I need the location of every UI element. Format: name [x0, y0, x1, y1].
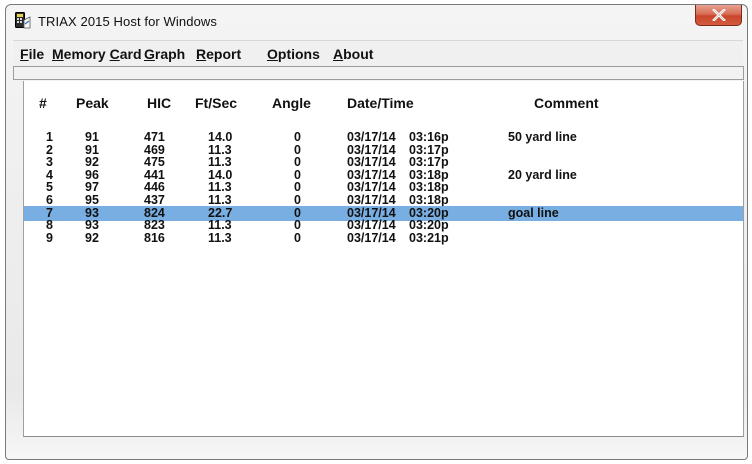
app-window: TRIAX 2015 Host for Windows File Memory … — [5, 4, 748, 460]
menu-options[interactable]: Options — [267, 46, 320, 62]
cell-number: 9 — [46, 230, 53, 245]
column-header-comment: Comment — [534, 95, 599, 111]
menu-report[interactable]: Report — [196, 46, 241, 62]
column-header-angle: Angle — [272, 95, 311, 111]
close-button[interactable] — [695, 5, 742, 26]
column-header-ftsec: Ft/Sec — [195, 95, 238, 111]
menu-about[interactable]: About — [333, 46, 373, 62]
table-row[interactable]: 9 92 816 11.3 0 03/17/14 03:21p — [24, 230, 743, 245]
cell-angle: 0 — [294, 230, 301, 245]
window-title: TRIAX 2015 Host for Windows — [38, 14, 217, 29]
cell-ftsec: 11.3 — [208, 230, 232, 245]
close-icon — [712, 9, 726, 21]
column-header-hic: HIC — [147, 95, 172, 111]
cell-comment: goal line — [508, 205, 559, 220]
cell-comment: 20 yard line — [508, 167, 577, 182]
title-bar[interactable]: TRIAX 2015 Host for Windows — [6, 5, 747, 35]
cell-time: 03:21p — [409, 230, 449, 245]
results-list[interactable]: # Peak HIC Ft/Sec Angle Date/Time Commen… — [23, 81, 744, 437]
menu-memory-card[interactable]: Memory Card — [52, 46, 142, 62]
cell-date: 03/17/14 — [347, 230, 396, 245]
menu-file[interactable]: File — [20, 46, 44, 62]
menu-graph[interactable]: Graph — [144, 46, 185, 62]
column-header-datetime: Date/Time — [347, 95, 414, 111]
triax-device-icon — [15, 12, 31, 29]
cell-hic: 816 — [144, 230, 165, 245]
column-header-number: # — [39, 95, 47, 111]
menu-bar: File Memory Card Graph Report Options Ab… — [13, 40, 743, 66]
toolbar-strip — [13, 66, 744, 80]
cell-comment: 50 yard line — [508, 130, 577, 144]
cell-peak: 92 — [85, 230, 99, 245]
column-header-peak: Peak — [76, 95, 109, 111]
